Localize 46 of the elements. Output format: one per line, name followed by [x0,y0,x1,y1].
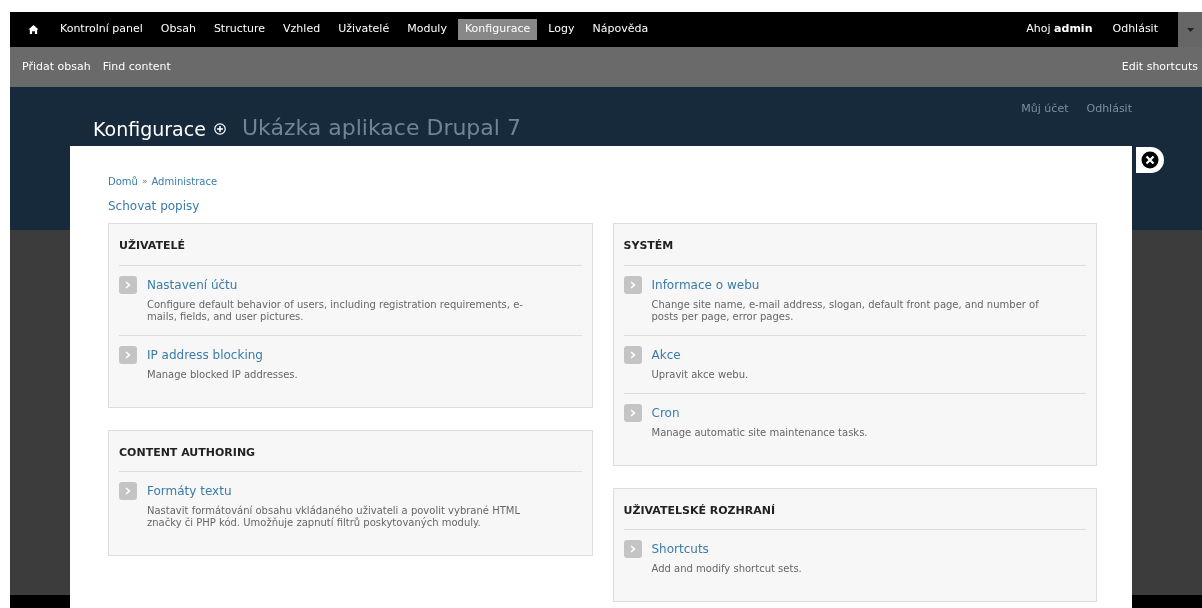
panel-title: UŽIVATELSKÉ ROZHRANÍ [623,488,1086,530]
toolbar-tab[interactable]: Nápověda [585,19,656,40]
item-link[interactable]: Formáty textu [147,482,232,500]
site-name: Ukázka aplikace Drupal 7 [242,114,521,142]
breadcrumb-link[interactable]: Administrace [151,174,218,189]
item-description: Nastavit formátování obsahu vkládaného uživateli a povolit vybrané HTML značky či PHP kód. Umožňuje zapnutí filtrů poskytovaných moduly. [147,505,521,529]
panel-title: CONTENT AUTHORING [119,430,582,472]
toolbar-tab[interactable]: Moduly [400,19,454,40]
item-link[interactable]: IP address blocking [147,345,263,364]
page-title: Konfigurace [93,117,206,142]
close-icon [1141,151,1159,169]
caret-icon [1186,27,1194,32]
header-link[interactable]: Odhlásit [1086,101,1132,118]
toolbar-tab[interactable]: Konfigurace [457,19,538,40]
item-description: Upravit akce webu. [651,368,749,381]
home-icon[interactable] [28,24,39,35]
item-link[interactable]: Informace o webu [651,275,760,294]
toolbar-tab[interactable]: Obsah [153,19,203,40]
shortcut-link[interactable]: Přidat obsah [22,58,91,76]
logout-link[interactable]: Odhlásit [1112,21,1158,38]
panel-title: UŽIVATELÉ [119,224,582,266]
breadcrumb-separator: » [141,174,148,188]
hide-descriptions-link[interactable]: Schovat popisy [108,197,200,215]
item-description: Manage automatic site maintenance tasks. [651,426,868,439]
item-link[interactable]: Shortcuts [651,540,709,558]
panel-title: SYSTÉM [623,224,1086,266]
greeting-text: Ahoj admin [1026,21,1093,38]
item-link[interactable]: Akce [651,345,681,364]
item-link[interactable]: Cron [651,403,680,422]
item-link[interactable]: Nastavení účtu [147,275,238,294]
breadcrumb-link[interactable]: Domů [108,174,138,189]
toolbar-tab[interactable]: Logy [541,19,582,40]
shortcut-link[interactable]: Find content [102,58,171,76]
toolbar-tab[interactable]: Structure [206,19,273,40]
header-link[interactable]: Můj účet [1021,101,1069,118]
shortcuts-toggle[interactable] [1178,12,1202,47]
toolbar-tab[interactable]: Vzhled [276,19,328,40]
add-shortcut-icon[interactable] [213,123,226,136]
edit-shortcuts-link[interactable]: Edit shortcuts [1121,58,1198,76]
item-description: Add and modify shortcut sets. [651,563,802,575]
item-description: Manage blocked IP addresses. [147,368,298,381]
item-description: Configure default behavior of users, including registration requirements, e-mails, fields, and user pictures. [147,298,524,323]
toolbar-tab[interactable]: Kontrolní panel [53,19,150,40]
close-button[interactable] [1136,147,1164,173]
toolbar-tab[interactable]: Uživatelé [331,19,397,40]
item-description: Change site name, e-mail address, slogan, default front page, and number of posts per page, error pages. [651,298,1040,323]
